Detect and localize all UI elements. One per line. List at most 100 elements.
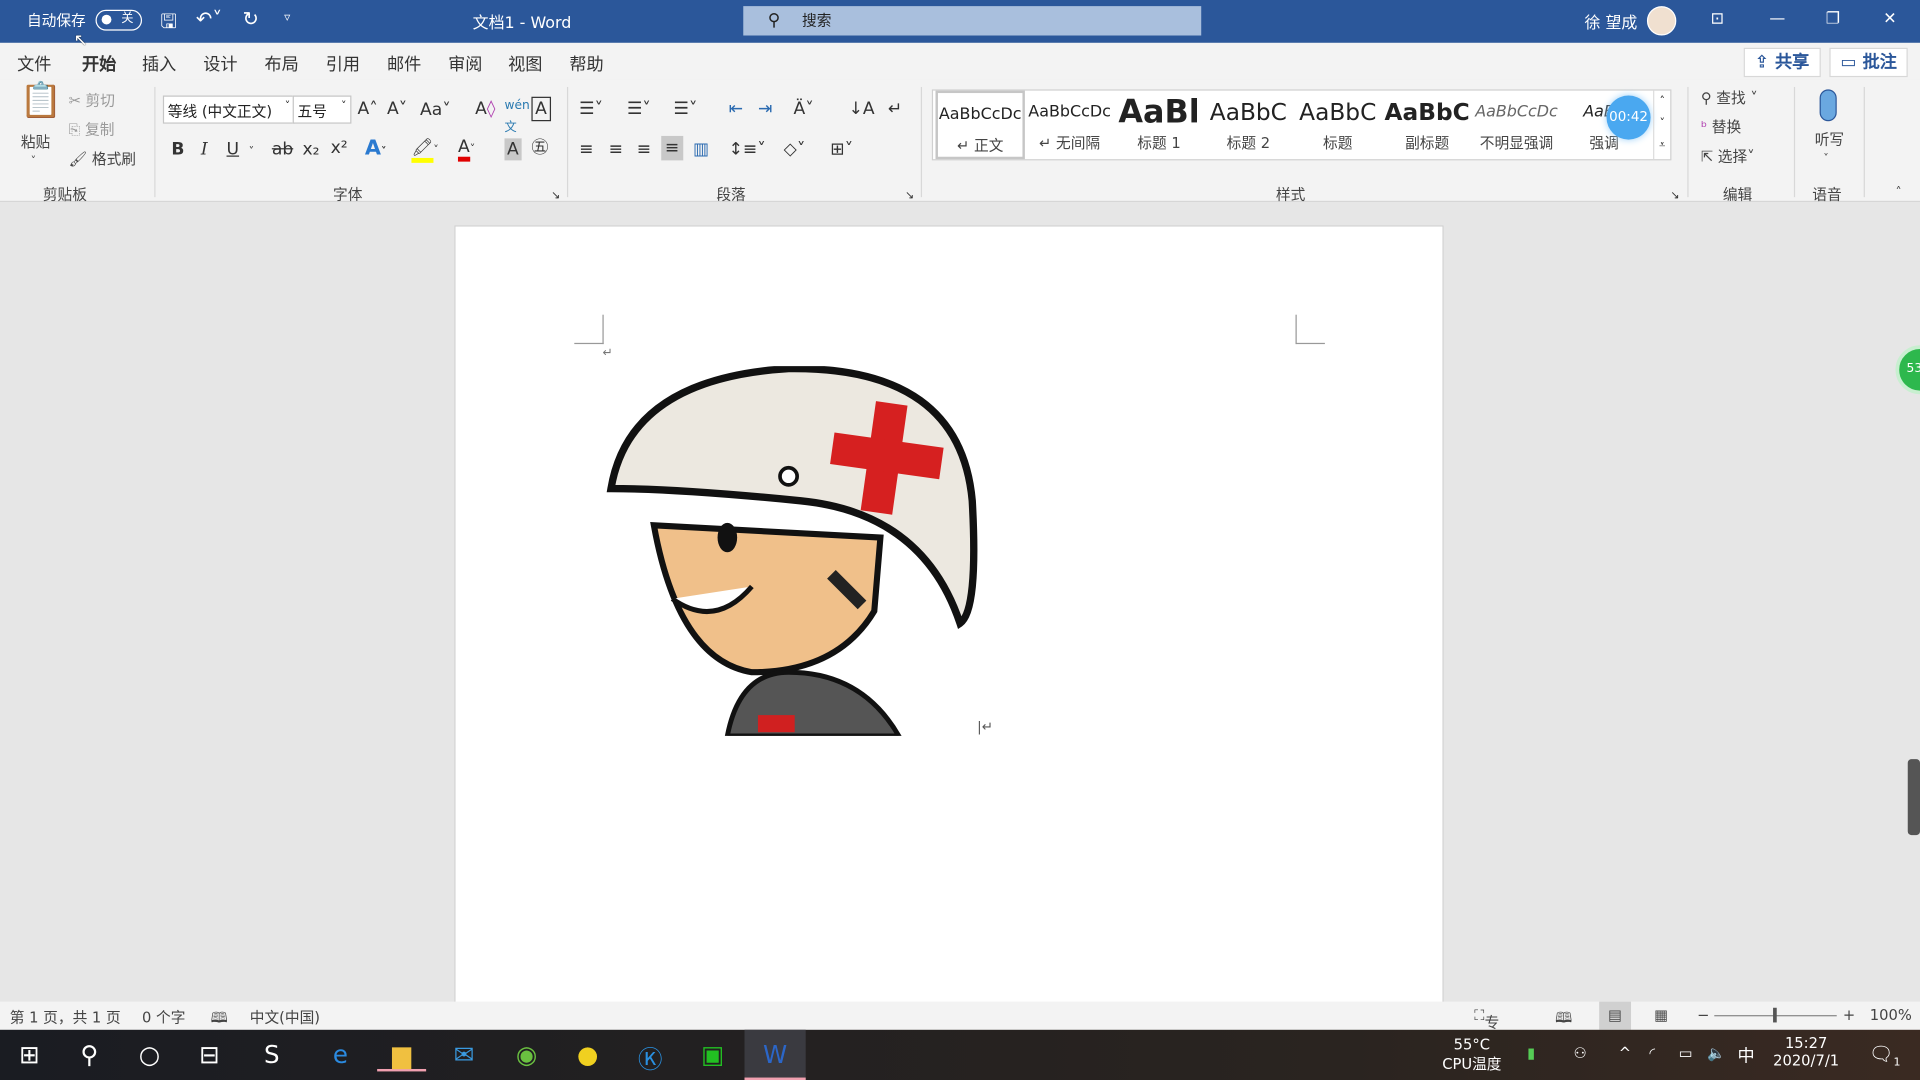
collapse-ribbon-icon[interactable]: ˄ [1896, 182, 1902, 204]
zoom-level[interactable]: 100% [1870, 1007, 1912, 1024]
text-effects-icon[interactable]: A˅ [365, 137, 387, 163]
tab-view[interactable]: 视图 [508, 51, 542, 75]
select-button[interactable]: ⇱ 选择˅ [1701, 146, 1755, 168]
page-count[interactable]: 第 1 页，共 1 页 [10, 1007, 121, 1028]
microphone-icon[interactable] [1819, 89, 1837, 122]
show-marks-icon[interactable]: ↵ [888, 98, 902, 120]
people-icon[interactable]: ⚇ [1573, 1044, 1586, 1061]
search-input[interactable]: ⚲ 搜索 [743, 6, 1202, 36]
customize-icon[interactable]: ▿ [284, 11, 290, 24]
focus-mode-button[interactable]: ⛶ 专注 [1474, 1007, 1499, 1052]
character-border-icon[interactable]: A [531, 96, 551, 122]
zoom-slider-thumb[interactable] [1773, 1007, 1777, 1023]
paragraph-dialog-launcher-icon[interactable]: ↘ [905, 185, 914, 207]
volume-icon[interactable]: 🔈 [1707, 1044, 1725, 1061]
find-button[interactable]: ⚲ 查找 ˅ [1701, 87, 1758, 109]
dictate-button[interactable]: 听写 [1815, 129, 1844, 151]
read-mode-icon[interactable]: 🕮 [1555, 1007, 1572, 1033]
style-heading-1[interactable]: AaBl 标题 1 [1114, 91, 1203, 160]
vertical-scrollbar-thumb[interactable] [1907, 759, 1920, 836]
underline-dropdown-icon[interactable]: ˅ [249, 141, 255, 163]
justify-icon[interactable]: ≡ [661, 135, 683, 161]
style-subtitle[interactable]: AaBbC 副标题 [1382, 91, 1471, 160]
proofing-icon[interactable]: 🕮 [211, 1007, 228, 1033]
clear-formatting-icon[interactable]: A◊ [475, 98, 495, 120]
close-icon[interactable]: ✕ [1883, 10, 1896, 28]
tab-design[interactable]: 设计 [203, 51, 237, 75]
tab-references[interactable]: 引用 [326, 51, 360, 75]
font-dialog-launcher-icon[interactable]: ↘ [551, 185, 560, 207]
kugou-icon[interactable]: Ⓚ [626, 1040, 675, 1076]
iqiyi-icon[interactable]: ▣ [688, 1040, 737, 1069]
language-indicator[interactable]: 中文(中国) [250, 1007, 320, 1028]
strikethrough-button[interactable]: ab [272, 138, 293, 160]
copy-button[interactable]: ⎘ 复制 [69, 119, 115, 141]
print-layout-icon[interactable]: ▤ [1599, 1001, 1632, 1030]
save-icon[interactable]: 🖫 [160, 9, 177, 42]
font-name-select[interactable]: 等线 (中文正文) ˅ [162, 95, 296, 124]
style-normal[interactable]: AaBbCcDc ↵ 正文 [935, 90, 1025, 160]
word-count[interactable]: 0 个字 [142, 1007, 185, 1028]
autosave-toggle[interactable]: 关 [95, 9, 143, 31]
word-taskbar-icon[interactable]: W [744, 1029, 806, 1080]
tab-file[interactable]: 文件 [17, 51, 51, 75]
multilevel-list-icon[interactable]: ☰˅ [673, 98, 697, 120]
grow-font-icon[interactable]: A˄ [358, 98, 378, 120]
distributed-icon[interactable]: ▥ [693, 138, 709, 160]
styles-dialog-launcher-icon[interactable]: ↘ [1670, 185, 1679, 207]
ime-indicator[interactable]: 中 [1738, 1043, 1755, 1067]
search-icon[interactable]: ⚲ [65, 1040, 114, 1069]
tab-mailings[interactable]: 邮件 [387, 51, 421, 75]
inserted-soldier-image[interactable] [605, 366, 978, 736]
format-painter-button[interactable]: 🖌 格式刷 [69, 148, 136, 170]
tab-insert[interactable]: 插入 [142, 51, 176, 75]
numbering-icon[interactable]: ☰˅ [627, 98, 651, 120]
underline-button[interactable]: U [227, 138, 240, 160]
character-shading-icon[interactable]: A [504, 138, 522, 161]
mail-icon[interactable]: ✉ [440, 1040, 489, 1069]
superscript-button[interactable]: x² [331, 137, 348, 159]
align-center-icon[interactable]: ≡ [609, 138, 623, 160]
minimize-icon[interactable]: — [1769, 10, 1785, 28]
battery-icon[interactable]: ▭ [1679, 1044, 1693, 1061]
bold-button[interactable]: B [171, 138, 184, 160]
clock[interactable]: 15:27 2020/7/1 [1763, 1035, 1849, 1069]
shading-icon[interactable]: ◇˅ [784, 138, 806, 160]
file-explorer-icon[interactable]: ▆ [377, 1040, 427, 1072]
restore-icon[interactable]: ❐ [1826, 10, 1840, 28]
windows-start-icon[interactable]: ⊞ [5, 1040, 54, 1069]
style-heading-2[interactable]: AaBbC 标题 2 [1204, 91, 1293, 160]
user-name[interactable]: 徐 望成 [1584, 10, 1637, 33]
comments-button[interactable]: ▭ 批注 [1829, 47, 1908, 78]
shrink-font-icon[interactable]: A˅ [387, 98, 407, 120]
font-size-select[interactable]: 五号 ˅ [292, 95, 352, 124]
enclose-characters-icon[interactable]: ㊄ [531, 137, 548, 159]
app-yellow-icon[interactable]: ● [563, 1040, 612, 1069]
change-case-button[interactable]: Aa˅ [420, 99, 451, 121]
wifi-icon[interactable]: ◜ [1649, 1044, 1655, 1061]
app-s-icon[interactable]: S [247, 1040, 296, 1069]
increase-indent-icon[interactable]: ⇥ [758, 98, 772, 120]
align-right-icon[interactable]: ≡ [637, 138, 651, 160]
italic-button[interactable]: I [201, 138, 208, 160]
show-hidden-icons[interactable]: ^ [1619, 1044, 1631, 1061]
notification-center-icon[interactable]: 🗨1 [1869, 1042, 1901, 1069]
cortana-icon[interactable]: ○ [125, 1040, 174, 1069]
battery-app-icon[interactable]: ▮ [1527, 1044, 1535, 1061]
task-view-icon[interactable]: ⊟ [185, 1040, 234, 1069]
style-no-spacing[interactable]: AaBbCcDc ↵ 无间隔 [1025, 91, 1114, 160]
paste-dropdown-icon[interactable]: ˅ [31, 151, 37, 173]
styles-scroll[interactable]: ˄ ˅ ⩡ [1653, 90, 1670, 160]
tab-help[interactable]: 帮助 [569, 51, 603, 75]
cut-button[interactable]: ✂ 剪切 [69, 89, 115, 111]
style-subtle-emphasis[interactable]: AaBbCcDc 不明显强调 [1472, 91, 1561, 160]
borders-icon[interactable]: ⊞˅ [830, 138, 853, 160]
document-page[interactable]: ↵ |↵ [454, 225, 1444, 1009]
tab-layout[interactable]: 布局 [264, 51, 298, 75]
replace-button[interactable]: ᵇ 替换 [1701, 116, 1741, 138]
avatar[interactable] [1646, 6, 1677, 36]
side-floating-badge[interactable]: 53 [1895, 345, 1920, 395]
tab-home[interactable]: 开始 [82, 51, 117, 86]
paste-icon[interactable]: 📋 [20, 83, 63, 117]
web-layout-icon[interactable]: ▦ [1654, 1007, 1668, 1024]
